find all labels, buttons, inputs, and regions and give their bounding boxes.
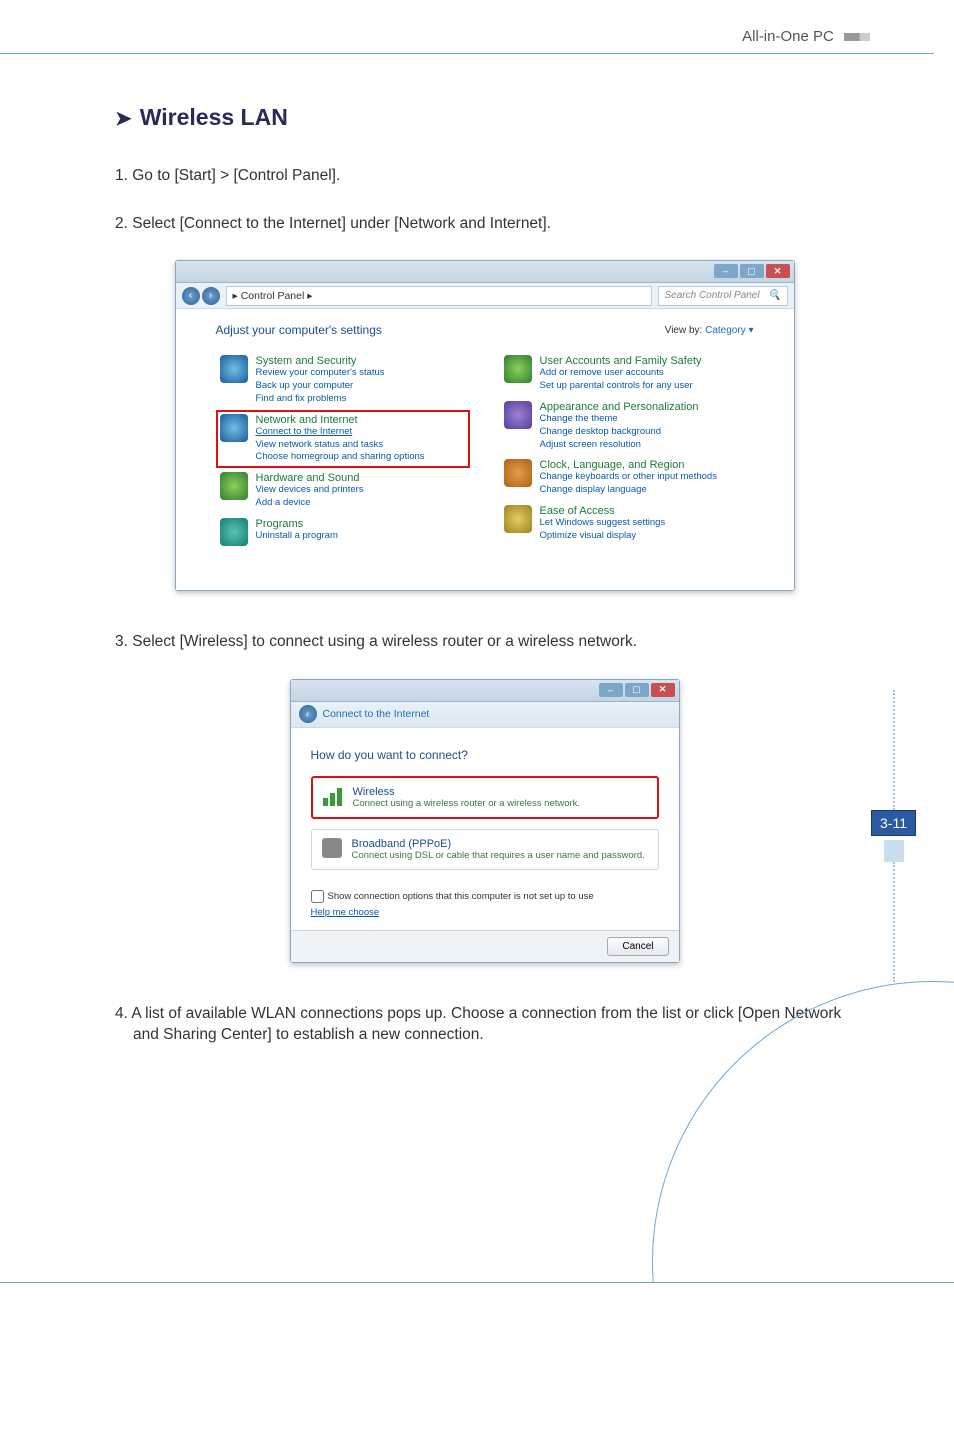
- section-arrow-icon: ➤: [115, 108, 132, 130]
- section-title: ➤Wireless LAN: [115, 104, 854, 131]
- show-options-checkbox[interactable]: Show connection options that this comput…: [311, 890, 659, 903]
- window-close-button[interactable]: ✕: [766, 264, 790, 278]
- wizard-titlebar[interactable]: – ▢ ✕: [291, 680, 679, 702]
- step-2: 2. Select [Connect to the Internet] unde…: [115, 213, 854, 235]
- search-icon: 🔍: [768, 290, 780, 301]
- view-by: View by: Category ▾: [665, 325, 754, 336]
- category-system-security[interactable]: System and Security Review your computer…: [216, 351, 470, 409]
- appearance-icon: [504, 401, 532, 429]
- dotted-line-top: [893, 690, 895, 810]
- search-input[interactable]: Search Control Panel 🔍: [658, 286, 788, 306]
- dotted-line-bottom: [893, 862, 895, 982]
- wizard-minimize-button[interactable]: –: [599, 683, 623, 697]
- category-clock-language[interactable]: Clock, Language, and Region Change keybo…: [500, 455, 754, 501]
- page-number-badge: 3-11: [871, 810, 916, 836]
- option-broadband[interactable]: Broadband (PPPoE) Connect using DSL or c…: [311, 829, 659, 870]
- printer-icon: [220, 472, 248, 500]
- breadcrumb[interactable]: ▸ Control Panel ▸: [226, 286, 652, 306]
- corner-curve: [534, 973, 954, 1283]
- wizard-back-button[interactable]: ‹: [299, 705, 317, 723]
- page-header: All-in-One PC: [0, 0, 954, 53]
- view-by-dropdown[interactable]: Category ▾: [705, 325, 753, 336]
- ease-icon: [504, 505, 532, 533]
- page-content: ➤Wireless LAN 1. Go to [Start] > [Contro…: [0, 54, 954, 1112]
- category-ease-of-access[interactable]: Ease of Access Let Windows suggest setti…: [500, 501, 754, 547]
- wizard-maximize-button[interactable]: ▢: [625, 683, 649, 697]
- wizard-close-button[interactable]: ✕: [651, 683, 675, 697]
- category-network-internet[interactable]: Network and Internet Connect to the Inte…: [216, 410, 470, 468]
- side-page-tab: 3-11: [871, 690, 916, 982]
- programs-icon: [220, 518, 248, 546]
- header-accent-bar: [844, 33, 870, 41]
- control-panel-window: – ▢ ✕ ‹ › ▸ Control Panel ▸ Search Contr…: [175, 260, 795, 591]
- cancel-button[interactable]: Cancel: [607, 937, 668, 956]
- nav-forward-button[interactable]: ›: [202, 287, 220, 305]
- option-wireless[interactable]: Wireless Connect using a wireless router…: [311, 776, 659, 819]
- step-1: 1. Go to [Start] > [Control Panel].: [115, 165, 854, 187]
- show-options-checkbox-input[interactable]: [311, 890, 324, 903]
- help-me-choose-link[interactable]: Help me choose: [311, 907, 659, 918]
- cp-heading: Adjust your computer's settings: [216, 323, 382, 337]
- modem-icon: [322, 838, 342, 858]
- window-titlebar[interactable]: – ▢ ✕: [176, 261, 794, 283]
- page-spacer: [884, 840, 904, 862]
- wizard-breadcrumb-text: Connect to the Internet: [323, 708, 430, 720]
- clock-icon: [504, 459, 532, 487]
- category-hardware-sound[interactable]: Hardware and Sound View devices and prin…: [216, 468, 470, 514]
- search-placeholder: Search Control Panel: [665, 290, 760, 301]
- product-label: All-in-One PC: [742, 28, 834, 45]
- window-maximize-button[interactable]: ▢: [740, 264, 764, 278]
- window-minimize-button[interactable]: –: [714, 264, 738, 278]
- category-appearance[interactable]: Appearance and Personalization Change th…: [500, 397, 754, 455]
- globe-icon: [220, 414, 248, 442]
- address-bar: ‹ › ▸ Control Panel ▸ Search Control Pan…: [176, 283, 794, 309]
- category-user-accounts[interactable]: User Accounts and Family Safety Add or r…: [500, 351, 754, 397]
- wizard-breadcrumb: ‹ Connect to the Internet: [291, 702, 679, 728]
- shield-icon: [220, 355, 248, 383]
- wizard-question: How do you want to connect?: [311, 748, 659, 762]
- category-programs[interactable]: Programs Uninstall a program: [216, 514, 470, 550]
- step-3: 3. Select [Wireless] to connect using a …: [115, 631, 854, 653]
- wireless-signal-icon: [323, 786, 343, 806]
- users-icon: [504, 355, 532, 383]
- nav-back-button[interactable]: ‹: [182, 287, 200, 305]
- connect-wizard-window: – ▢ ✕ ‹ Connect to the Internet How do y…: [290, 679, 680, 963]
